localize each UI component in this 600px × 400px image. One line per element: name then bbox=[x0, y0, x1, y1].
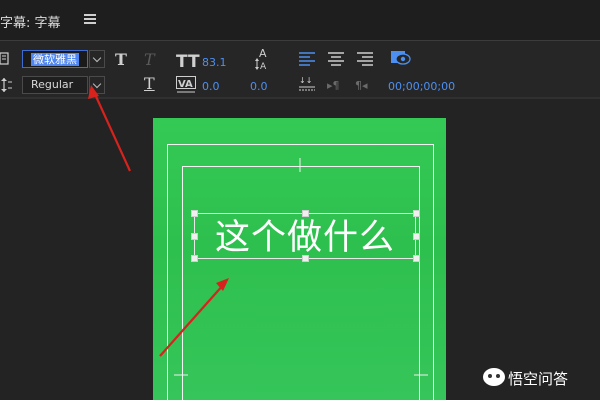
watermark-logo-icon bbox=[483, 368, 505, 386]
annotation-overlay bbox=[88, 85, 229, 357]
arrow-icon bbox=[88, 85, 132, 172]
watermark-text: 悟空问答 bbox=[508, 370, 569, 388]
arrow-icon bbox=[159, 278, 229, 357]
